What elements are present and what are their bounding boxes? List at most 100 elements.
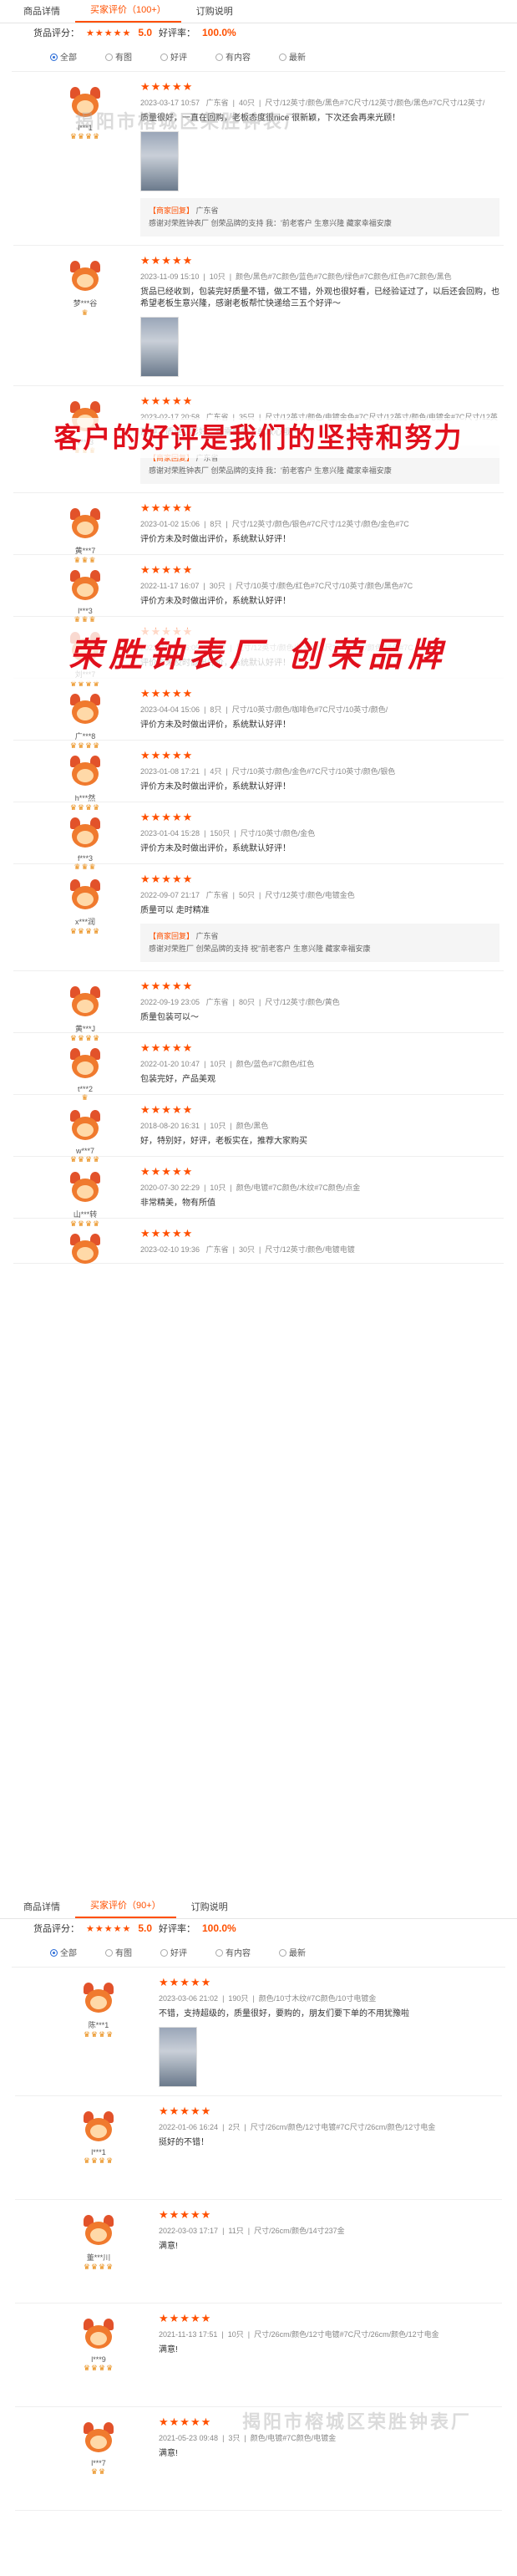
review-qty: 10只 xyxy=(210,1122,226,1130)
review-item: ★★★★★ 2023-02-10 19:36 广东省 | 30只 | 尺寸/12英… xyxy=(13,1219,504,1264)
review-meta: 2023-03-06 21:02 | 190只 | 颜色/10寸木纹#7C颜色/… xyxy=(159,1994,377,2003)
review-date: 2021-11-13 17:51 xyxy=(159,2330,218,2339)
review-spec: 尺寸/12英寸/颜色/电镀电镀 xyxy=(265,1245,355,1254)
review-qty: 190只 xyxy=(228,1994,249,2003)
filter-with-image[interactable]: 有图 xyxy=(105,1946,132,1958)
review-text: 货品已经收到，包装完好质量不错，做工不错，外观也很好看，已经验证过了，以后还会回… xyxy=(140,288,499,308)
reviewer-name: 梦***谷 xyxy=(73,299,98,308)
crown-badge-icon: ♛♛♛♛ xyxy=(83,2156,114,2165)
review-text: 质量可以 走时精准 xyxy=(140,906,210,915)
review-qty: 40只 xyxy=(238,99,255,107)
review-qty: 8只 xyxy=(210,520,222,528)
filter-positive[interactable]: 好评 xyxy=(160,50,187,63)
reviewer: l***7 ♛♛ xyxy=(73,2419,124,2477)
filter-latest[interactable]: 最新 xyxy=(279,50,306,63)
avatar xyxy=(67,752,104,789)
star-icon: ★★★★★ xyxy=(86,28,132,38)
filter-all[interactable]: 全部 xyxy=(50,1946,77,1958)
review-spec: 颜色/电镀#7C颜色/木纹#7C颜色/点金 xyxy=(236,1184,361,1192)
avatar xyxy=(67,1168,104,1205)
review-photo[interactable] xyxy=(140,317,179,377)
avatar xyxy=(67,876,104,913)
filter-all[interactable]: 全部 xyxy=(50,50,77,63)
review-spec: 尺寸/12英寸/颜色/黄色 xyxy=(265,998,340,1006)
review-meta: 2023-01-08 17:21 | 4只 | 尺寸/10英寸/颜色/金色#7C… xyxy=(140,767,396,776)
radio-icon[interactable] xyxy=(105,53,113,61)
radio-icon[interactable] xyxy=(50,53,58,61)
review-region: 广东省 xyxy=(205,891,229,899)
review-qty: 150只 xyxy=(210,829,231,837)
review-qty: 11只 xyxy=(228,2227,244,2235)
tab-buyer-reviews[interactable]: 买家评价（90+） xyxy=(75,1898,176,1918)
avatar xyxy=(67,1230,104,1267)
review-meta: 2022-03-03 17:17 | 11只 | 尺寸/26cm/颜色/14寸2… xyxy=(159,2227,345,2235)
review-spec: 尺寸/10英寸/颜色/咖啡色#7C尺寸/10英寸/颜色/ xyxy=(231,705,388,714)
review-spec: 颜色/黑色#7C颜色/蓝色#7C颜色/绿色#7C颜色/红色#7C颜色/黑色 xyxy=(236,272,452,281)
review-spec: 尺寸/12英寸/颜色/银色#7C尺寸/12英寸/颜色/金色#7C xyxy=(231,520,409,528)
review-qty: 30只 xyxy=(238,1245,255,1254)
good-rate-value: 100.0% xyxy=(202,1922,236,1934)
tab-order-notes[interactable]: 订购说明 xyxy=(181,4,248,23)
review-text: 不错，支持超级的，质量很好，要购的，朋友们要下单的不用犹豫啦 xyxy=(159,2009,409,2019)
review-text: 质量包装可以～ xyxy=(140,1013,199,1022)
reviewer: 梦***谷 ♛ xyxy=(60,257,110,318)
review-text: 好，特别好，好评，老板实在，推荐大家购买 xyxy=(140,1137,307,1146)
review-date: 2022-09-19 23:05 xyxy=(140,998,200,1006)
reviewer-name: 陈***1 xyxy=(88,2021,109,2029)
reviewer: t***2 ♛ xyxy=(60,1045,110,1102)
tab-product-detail[interactable]: 商品详情 xyxy=(8,4,75,23)
radio-icon[interactable] xyxy=(160,1949,168,1957)
review-date: 2023-02-10 19:36 xyxy=(140,1245,200,1254)
radio-icon[interactable] xyxy=(215,1949,223,1957)
tab-order-notes[interactable]: 订购说明 xyxy=(176,1900,243,1918)
review-date: 2023-11-09 15:10 xyxy=(140,272,200,281)
tab-bar: 商品详情 买家评价（90+） 订购说明 xyxy=(0,1896,517,1919)
good-rate-label: 好评率： xyxy=(159,28,195,38)
filter-with-image[interactable]: 有图 xyxy=(105,50,132,63)
radio-icon[interactable] xyxy=(279,1949,286,1957)
filter-latest[interactable]: 最新 xyxy=(279,1946,306,1958)
radio-icon[interactable] xyxy=(105,1949,113,1957)
score-label: 货品评分： xyxy=(33,28,79,38)
review-item: w***7 ♛♛♛♛ ★★★★★ 2018-08-20 16:31 | 10只 | 颜… xyxy=(13,1095,504,1163)
review-meta: 2023-01-02 15:06 | 8只 | 尺寸/12英寸/颜色/银色#7C… xyxy=(140,520,409,528)
review-qty: 3只 xyxy=(228,2434,241,2442)
filter-with-content[interactable]: 有内容 xyxy=(215,50,251,63)
review-qty: 50只 xyxy=(238,891,255,899)
crown-badge-icon: ♛ xyxy=(81,308,89,317)
review-meta: 2018-08-20 16:31 | 10只 | 颜色/黑色 xyxy=(140,1122,269,1130)
radio-icon[interactable] xyxy=(50,1949,58,1957)
review-item: 黄***7 ♛♛♛ ★★★★★ 2023-01-02 15:06 | 8只 | 尺寸/… xyxy=(13,493,504,564)
review-meta: 2023-11-09 15:10 | 10只 | 颜色/黑色#7C颜色/蓝色#7… xyxy=(140,272,452,281)
radio-icon[interactable] xyxy=(215,53,223,61)
review-meta: 2023-02-10 19:36 广东省 | 30只 | 尺寸/12英寸/颜色/… xyxy=(140,1245,355,1254)
review-photo[interactable] xyxy=(140,131,179,191)
reviewer-name: l***9 xyxy=(91,2355,106,2364)
star-icon: ★★★★★ xyxy=(86,1923,132,1934)
review-date: 2022-01-20 10:47 xyxy=(140,1060,200,1068)
radio-icon[interactable] xyxy=(279,53,286,61)
review-photo[interactable] xyxy=(159,2027,197,2087)
review-item: 山***转 ♛♛♛♛ ★★★★★ 2020-07-30 22:29 | 10只 | 颜… xyxy=(13,1157,504,1228)
reviewer-name: t***2 xyxy=(77,1085,93,1093)
review-text: 满意! xyxy=(159,2242,178,2251)
good-rate-value: 100.0% xyxy=(202,27,236,38)
star-icon: ★★★★★ xyxy=(159,2312,212,2324)
avatar xyxy=(67,505,104,542)
reviewer-name: 董***川 xyxy=(86,2253,111,2262)
review-text: 满意! xyxy=(159,2345,178,2355)
star-icon: ★★★★★ xyxy=(140,980,194,992)
avatar xyxy=(80,2419,117,2456)
review-item: l***1 ♛♛♛♛ ★★★★★ 2022-01-06 16:24 | 2只 | 尺寸… xyxy=(15,2096,502,2200)
tab-buyer-reviews[interactable]: 买家评价（100+） xyxy=(75,3,181,23)
tab-product-detail[interactable]: 商品详情 xyxy=(8,1900,75,1918)
reviewer: l***3 ♛♛♛ xyxy=(60,567,110,624)
filter-with-content[interactable]: 有内容 xyxy=(215,1946,251,1958)
review-item: 陈***1 ♛♛♛♛ ★★★★★ 2023-03-06 21:02 | 190只 | … xyxy=(15,1968,502,2096)
radio-icon[interactable] xyxy=(160,53,168,61)
review-region: 广东省 xyxy=(205,99,229,107)
filter-positive[interactable]: 好评 xyxy=(160,1946,187,1958)
crown-badge-icon: ♛♛♛♛ xyxy=(83,2263,114,2271)
review-item: 黄***J ♛♛♛♛ ★★★★★ 2022-09-19 23:05 广东省 | 80只… xyxy=(13,971,504,1042)
star-icon: ★★★★★ xyxy=(140,687,194,700)
